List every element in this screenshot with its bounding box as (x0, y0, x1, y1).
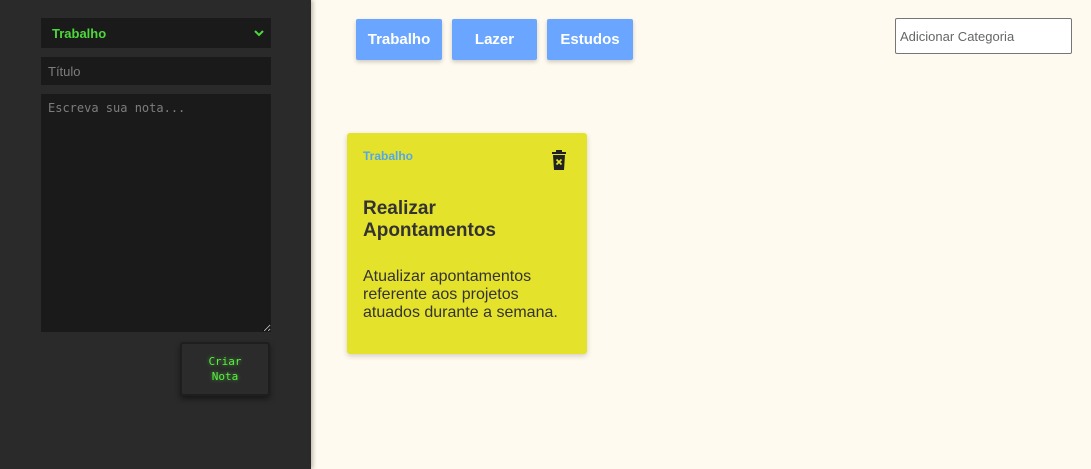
note-title: Realizar Apontamentos (363, 198, 496, 241)
note-editor-sidebar: Trabalho Criar Nota (0, 0, 311, 469)
chevron-down-icon (254, 30, 264, 37)
add-category-input[interactable] (895, 18, 1072, 54)
title-input[interactable] (41, 57, 271, 85)
category-select-value: Trabalho (52, 26, 107, 41)
category-button-trabalho[interactable]: Trabalho (356, 19, 442, 60)
category-button-estudos[interactable]: Estudos (547, 19, 633, 60)
category-select[interactable]: Trabalho (41, 18, 271, 48)
note-card: Trabalho Realizar Apontamentos Atualizar… (347, 133, 587, 354)
note-textarea[interactable] (41, 94, 271, 332)
create-note-button[interactable]: Criar Nota (180, 342, 270, 396)
category-button-lazer[interactable]: Lazer (452, 19, 537, 60)
note-category-label: Trabalho (363, 149, 414, 163)
trash-icon[interactable] (549, 150, 569, 172)
note-body: Atualizar apontamentos referente aos pro… (363, 268, 558, 321)
